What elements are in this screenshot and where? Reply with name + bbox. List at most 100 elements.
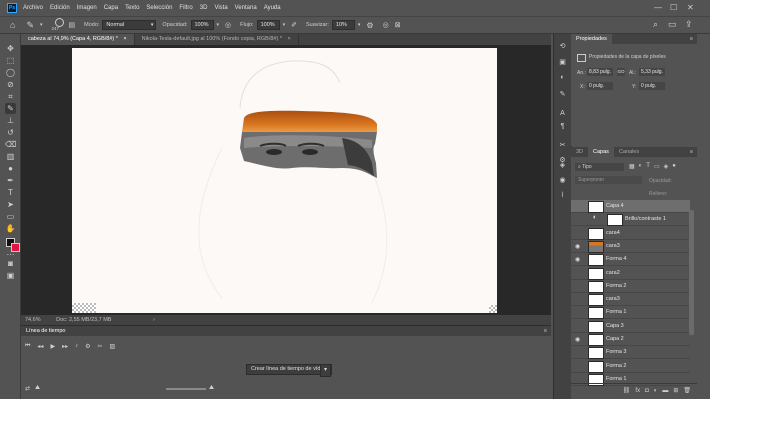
layer-filter-select[interactable]: ⌕ Tipo (575, 163, 624, 171)
hand-tool-icon[interactable]: ✋ (5, 223, 16, 234)
tab-layers[interactable]: Capas (588, 147, 614, 157)
layer-thumbnail[interactable] (588, 334, 604, 346)
chevron-down-icon[interactable]: ▾ (40, 22, 43, 28)
link-dimensions-icon[interactable]: GO (617, 68, 625, 76)
next-frame-icon[interactable]: ▸▸ (62, 343, 68, 350)
artboard-tool-icon[interactable]: ⬚ (5, 55, 16, 66)
visibility-eye-icon[interactable] (575, 323, 582, 330)
new-layer-icon[interactable]: ⊞ (673, 384, 678, 399)
new-adjustment-icon[interactable]: ◐ (654, 384, 658, 399)
search-icon[interactable]: ⌕ (653, 19, 658, 30)
adjustment-layer-icon[interactable]: ◐ (588, 214, 602, 225)
visibility-eye-icon[interactable] (575, 296, 582, 303)
tools-presets-icon[interactable]: ✂ (558, 141, 567, 150)
screen-mode-icon[interactable]: ▣ (5, 270, 16, 281)
menu-ayuda[interactable]: Ayuda (264, 5, 281, 11)
y-input[interactable]: 0 pulg. (639, 82, 665, 90)
menu-filtro[interactable]: Filtro (179, 5, 192, 11)
layer-row[interactable]: Forma 2 (571, 360, 690, 373)
visibility-eye-icon[interactable] (575, 216, 582, 223)
chevron-down-icon[interactable]: ▾ (320, 364, 331, 377)
stamp-tool-icon[interactable]: ⊥ (5, 115, 16, 126)
tab-properties[interactable]: Propiedades (571, 34, 612, 44)
menu-seleccion[interactable]: Selección (146, 5, 172, 11)
airbrush-icon[interactable]: ✐ (291, 21, 297, 29)
layer-thumbnail[interactable] (588, 240, 604, 253)
filter-toggle-icon[interactable]: ● (672, 163, 676, 170)
type-filter-icon[interactable]: T (646, 163, 650, 170)
symmetry-icon[interactable]: ⊠ (395, 21, 401, 29)
audio-icon[interactable]: ♪ (75, 343, 78, 350)
menu-texto[interactable]: Texto (125, 5, 139, 11)
close-tab-icon[interactable]: × (288, 36, 291, 42)
pixel-filter-icon[interactable]: ▦ (629, 163, 635, 170)
move-tool-icon[interactable]: ✥ (5, 43, 16, 54)
menu-3d[interactable]: 3D (200, 5, 208, 11)
visibility-eye-icon[interactable] (575, 349, 582, 356)
paragraph-icon[interactable]: ¶ (558, 123, 567, 132)
transition-icon[interactable]: ▨ (110, 343, 116, 350)
tab-nikola-tesla[interactable]: Nikola-Tesla-default.jpg al 100% (Fondo … (134, 34, 299, 45)
canvas-workspace[interactable] (21, 45, 551, 315)
fx-icon[interactable]: fx (635, 384, 640, 399)
workspace-icon[interactable]: ▭ (668, 19, 677, 30)
blend-mode-select[interactable]: Superponer (575, 176, 642, 184)
layer-row[interactable]: ◉ cara3 (571, 240, 690, 253)
brush-settings-icon[interactable]: ▤ (69, 21, 76, 29)
width-input[interactable]: 8,83 pulg. (587, 68, 613, 76)
layer-row[interactable]: ◐ Brillo/contraste 1 (571, 213, 690, 227)
tab-cabeza[interactable]: cabeza al 74,9% (Capa 4, RGB/8#) * × (21, 34, 135, 45)
mode-select[interactable]: Normal ▾ (102, 20, 157, 30)
layer-row[interactable]: ◉ Forma 4 (571, 253, 690, 267)
menu-imagen[interactable]: Imagen (77, 5, 97, 11)
layer-thumbnail[interactable] (588, 294, 604, 307)
home-icon[interactable]: ⌂ (10, 20, 15, 30)
new-group-icon[interactable]: ▬ (662, 384, 668, 399)
lasso-tool-icon[interactable]: ◯ (5, 67, 16, 78)
visibility-eye-icon[interactable]: ◉ (575, 336, 582, 343)
brush-size-picker[interactable]: 247 (52, 18, 66, 32)
x-input[interactable]: 0 pulg. (587, 82, 613, 90)
add-mask-icon[interactable]: ◘ (645, 384, 649, 399)
render-icon[interactable]: ⇄ (25, 385, 30, 392)
tab-channels[interactable]: Canales (614, 147, 644, 157)
opacity-input[interactable]: 100% (190, 20, 214, 30)
crop-tool-icon[interactable]: ⌗ (5, 91, 16, 102)
delete-layer-icon[interactable]: 🗑 (683, 384, 691, 399)
layer-thumbnail[interactable] (588, 347, 604, 360)
properties-icon[interactable]: ▣ (558, 58, 567, 67)
character-icon[interactable]: A (558, 110, 567, 119)
layer-row[interactable]: cara4 (571, 227, 690, 240)
visibility-eye-icon[interactable]: ◉ (575, 243, 582, 250)
visibility-eye-icon[interactable] (575, 270, 582, 277)
gradient-tool-icon[interactable]: ▥ (5, 151, 16, 162)
layer-thumbnail[interactable] (588, 201, 604, 213)
layer-thumbnail[interactable] (588, 280, 604, 293)
type-tool-icon[interactable]: T (5, 187, 16, 198)
layer-row[interactable]: Forma 1 (571, 306, 690, 320)
history-icon[interactable]: ⟲ (558, 42, 567, 51)
smart-filter-icon[interactable]: ◈ (664, 163, 669, 170)
split-icon[interactable]: ✂ (97, 343, 102, 350)
visibility-eye-icon[interactable] (575, 230, 582, 237)
visibility-eye-icon[interactable] (575, 283, 582, 290)
pen-tool-icon[interactable]: ✒ (5, 175, 16, 186)
visibility-eye-icon[interactable] (575, 203, 582, 210)
eraser-tool-icon[interactable]: ⌫ (5, 139, 16, 150)
adjustment-filter-icon[interactable]: ◐ (639, 163, 643, 170)
settings-gear-icon[interactable]: ⚙ (85, 343, 90, 350)
layer-row[interactable]: Forma 2 (571, 280, 690, 293)
layer-row[interactable]: cara3 (571, 293, 690, 307)
pressure-opacity-icon[interactable]: ◎ (225, 21, 231, 29)
channels-icon[interactable]: ◉ (558, 176, 567, 185)
flow-input[interactable]: 100% (256, 20, 280, 30)
panel-menu-icon[interactable]: ≡ (544, 326, 547, 336)
brush-tool-preset-icon[interactable]: ✎ (26, 20, 34, 31)
layers-icon[interactable]: ◈ (558, 161, 567, 170)
layer-row[interactable]: Capa 3 (571, 320, 690, 333)
document-canvas[interactable] (72, 48, 497, 313)
layer-thumbnail[interactable] (588, 227, 604, 240)
layer-thumbnail[interactable] (588, 307, 604, 320)
layer-thumbnail[interactable] (588, 320, 604, 333)
panel-menu-icon[interactable]: ≡ (690, 36, 693, 42)
